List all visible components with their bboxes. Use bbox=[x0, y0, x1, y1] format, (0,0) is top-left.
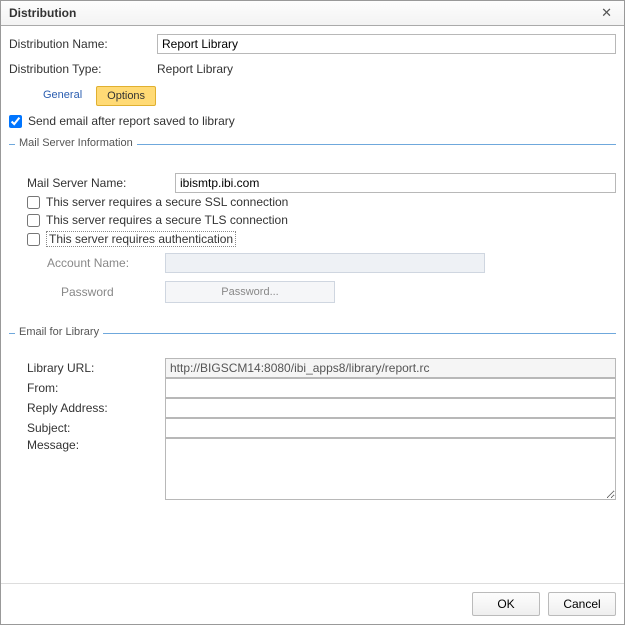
message-row: Message: bbox=[9, 438, 616, 500]
library-url-input bbox=[165, 358, 616, 378]
dist-name-input[interactable] bbox=[157, 34, 616, 54]
tls-checkbox[interactable] bbox=[27, 214, 40, 227]
message-label: Message: bbox=[27, 438, 157, 452]
message-textarea[interactable] bbox=[165, 438, 616, 500]
reply-label: Reply Address: bbox=[27, 401, 157, 415]
subject-label: Subject: bbox=[27, 421, 157, 435]
titlebar: Distribution ✕ bbox=[1, 1, 624, 26]
ok-button[interactable]: OK bbox=[472, 592, 540, 616]
from-label: From: bbox=[27, 381, 157, 395]
subject-row: Subject: bbox=[9, 418, 616, 438]
tls-row: This server requires a secure TLS connec… bbox=[9, 211, 616, 229]
ssl-checkbox[interactable] bbox=[27, 196, 40, 209]
dist-name-label: Distribution Name: bbox=[9, 37, 149, 51]
subject-input[interactable] bbox=[165, 418, 616, 438]
send-email-checkbox[interactable] bbox=[9, 115, 22, 128]
send-email-row: Send email after report saved to library bbox=[9, 112, 616, 130]
dist-type-label: Distribution Type: bbox=[9, 62, 149, 76]
dist-type-value: Report Library bbox=[157, 60, 233, 78]
mail-server-group: Mail Server Information Mail Server Name… bbox=[9, 144, 616, 307]
window-title: Distribution bbox=[9, 6, 76, 20]
tls-label: This server requires a secure TLS connec… bbox=[46, 213, 288, 227]
mail-server-name-input[interactable] bbox=[175, 173, 616, 193]
auth-subgroup: Account Name: Password Password... bbox=[9, 249, 616, 307]
account-name-label: Account Name: bbox=[37, 256, 157, 270]
tab-options[interactable]: Options bbox=[96, 86, 156, 106]
dialog-content: Distribution Name: Distribution Type: Re… bbox=[1, 26, 624, 583]
from-row: From: bbox=[9, 378, 616, 398]
auth-checkbox[interactable] bbox=[27, 233, 40, 246]
password-button: Password... bbox=[165, 281, 335, 303]
mail-server-name-row: Mail Server Name: bbox=[9, 173, 616, 193]
email-library-group: Email for Library Library URL: From: Rep… bbox=[9, 333, 616, 500]
email-library-legend: Email for Library bbox=[15, 326, 103, 338]
account-name-row: Account Name: bbox=[37, 249, 616, 277]
ssl-label: This server requires a secure SSL connec… bbox=[46, 195, 288, 209]
library-url-label: Library URL: bbox=[27, 361, 157, 375]
send-email-label: Send email after report saved to library bbox=[28, 114, 235, 128]
auth-row: This server requires authentication bbox=[9, 229, 616, 249]
cancel-button[interactable]: Cancel bbox=[548, 592, 616, 616]
password-label: Password bbox=[37, 285, 157, 299]
password-row: Password Password... bbox=[37, 277, 616, 307]
auth-label: This server requires authentication bbox=[46, 231, 236, 247]
library-url-row: Library URL: bbox=[9, 358, 616, 378]
from-input[interactable] bbox=[165, 378, 616, 398]
dist-type-row: Distribution Type: Report Library bbox=[9, 60, 616, 78]
button-bar: OK Cancel bbox=[1, 583, 624, 624]
tab-general[interactable]: General bbox=[33, 86, 92, 106]
mail-server-name-label: Mail Server Name: bbox=[27, 176, 167, 190]
ssl-row: This server requires a secure SSL connec… bbox=[9, 193, 616, 211]
distribution-dialog: Distribution ✕ Distribution Name: Distri… bbox=[0, 0, 625, 625]
reply-input[interactable] bbox=[165, 398, 616, 418]
reply-row: Reply Address: bbox=[9, 398, 616, 418]
account-name-input bbox=[165, 253, 485, 273]
dist-name-row: Distribution Name: bbox=[9, 34, 616, 54]
close-icon[interactable]: ✕ bbox=[597, 5, 616, 21]
tab-bar: General Options bbox=[9, 86, 616, 106]
mail-server-legend: Mail Server Information bbox=[15, 137, 137, 149]
